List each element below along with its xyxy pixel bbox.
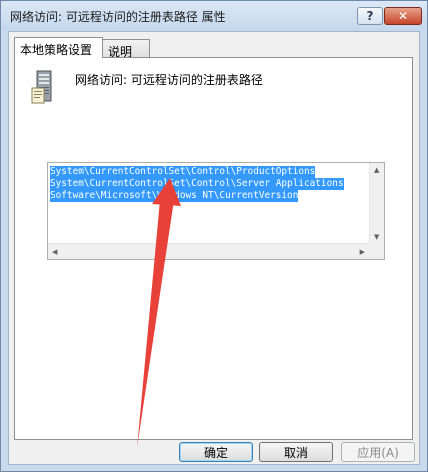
tab-panel: 网络访问: 可远程访问的注册表路径 System\CurrentControlS… bbox=[14, 57, 413, 440]
tab-local-policy-setting[interactable]: 本地策略设置 bbox=[14, 37, 103, 58]
cancel-button[interactable]: 取消 bbox=[259, 442, 333, 462]
server-icon bbox=[31, 70, 52, 104]
scroll-right-icon[interactable]: ▶ bbox=[360, 248, 365, 256]
scroll-up-icon[interactable]: ▲ bbox=[374, 166, 379, 174]
help-button[interactable]: ? bbox=[357, 7, 383, 25]
registry-paths-textbox[interactable]: System\CurrentControlSet\Control\Product… bbox=[47, 162, 385, 260]
properties-dialog: 网络访问: 可远程访问的注册表路径 属性 ? ✕ 本地策略设置 说明 网络访问:… bbox=[0, 0, 428, 472]
scroll-down-icon[interactable]: ▼ bbox=[374, 233, 379, 241]
tab-explain[interactable]: 说明 bbox=[102, 39, 150, 59]
horizontal-scrollbar[interactable]: ◀ ▶ bbox=[48, 243, 369, 259]
vertical-scrollbar[interactable]: ▲ ▼ bbox=[369, 163, 384, 244]
list-item[interactable]: Software\Microsoft\Windows NT\CurrentVer… bbox=[50, 190, 299, 202]
ok-button[interactable]: 确定 bbox=[179, 442, 253, 462]
scroll-corner bbox=[368, 243, 384, 259]
help-icon: ? bbox=[366, 9, 374, 23]
close-icon: ✕ bbox=[397, 9, 409, 23]
close-button[interactable]: ✕ bbox=[384, 7, 422, 25]
policy-name: 网络访问: 可远程访问的注册表路径 bbox=[75, 73, 263, 87]
list-item[interactable]: System\CurrentControlSet\Control\Product… bbox=[50, 166, 316, 178]
dialog-body: 本地策略设置 说明 网络访问: 可远程访问的注册表路径 System\Curre… bbox=[8, 31, 420, 465]
list-item[interactable]: System\CurrentControlSet\Control\Server … bbox=[50, 178, 344, 190]
scroll-left-icon[interactable]: ◀ bbox=[52, 248, 57, 256]
apply-button[interactable]: 应用(A) bbox=[341, 442, 415, 462]
title-bar[interactable]: 网络访问: 可远程访问的注册表路径 属性 ? ✕ bbox=[1, 1, 427, 31]
window-title: 网络访问: 可远程访问的注册表路径 属性 bbox=[10, 10, 226, 24]
